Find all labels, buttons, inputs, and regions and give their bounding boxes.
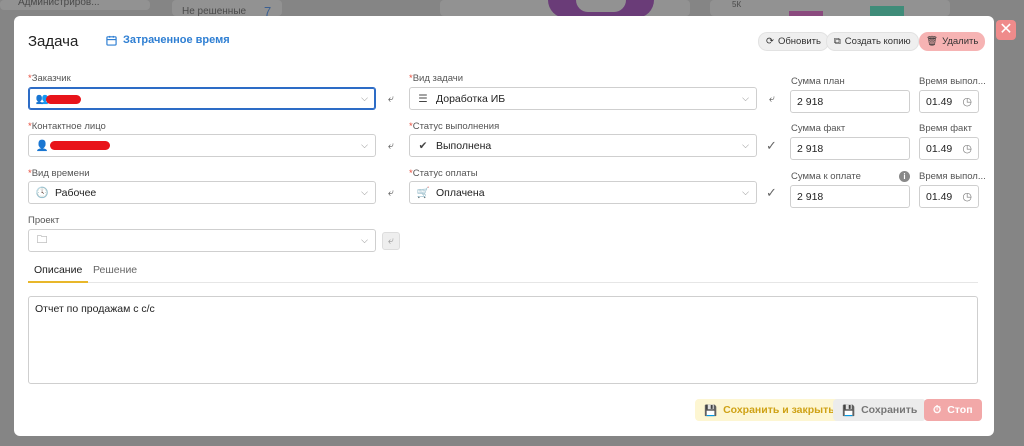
open-link-icon[interactable]: ⤶ xyxy=(382,137,400,155)
task-modal: Задача Затраченное время ⟳ Обновить ⧉ Созд… xyxy=(14,16,994,436)
stop-label: Стоп xyxy=(947,404,973,416)
chevron-down-icon: ⌵ xyxy=(361,187,368,197)
refresh-label: Обновить xyxy=(777,36,821,47)
bg-chart-tick: 5К xyxy=(732,0,742,9)
exec-status-value: Выполнена xyxy=(436,139,492,152)
project-label: Проект xyxy=(28,215,60,226)
description-textarea[interactable]: Отчет по продажам с с/с xyxy=(28,296,978,384)
floppy-icon: 💾 xyxy=(704,404,718,417)
cart-icon: 🛒 xyxy=(416,187,430,199)
stopwatch-icon: ⏱ xyxy=(933,403,942,416)
time-fact-input[interactable]: 01.49 ◷ xyxy=(919,137,979,160)
time-pay-label: Время выпол... xyxy=(919,171,986,182)
floppy-icon: 💾 xyxy=(842,404,856,417)
chevron-down-icon: ⌵ xyxy=(361,93,368,103)
tab-solution[interactable]: Решение xyxy=(93,264,137,283)
sum-plan-label: Сумма план xyxy=(791,76,845,87)
redacted-mark xyxy=(50,141,110,150)
modal-title: Задача xyxy=(28,33,79,50)
create-copy-label: Создать копию xyxy=(844,36,911,47)
contact-label: *Контактное лицо xyxy=(28,121,106,132)
time-type-value: Рабочее xyxy=(55,186,97,199)
time-plan-value: 01.49 xyxy=(926,95,953,108)
tab-description[interactable]: Описание xyxy=(28,264,89,283)
open-link-icon[interactable]: ⤶ xyxy=(382,90,400,108)
refresh-icon: ⟳ xyxy=(766,36,774,47)
delete-label: Удалить xyxy=(942,36,979,47)
bg-donut-hole xyxy=(576,0,626,12)
checkmark-icon[interactable]: ✓ xyxy=(766,185,777,201)
time-link-label: Затраченное время xyxy=(123,34,230,46)
sum-pay-label: Сумма к оплате xyxy=(791,171,861,182)
chevron-down-icon: ⌵ xyxy=(742,93,749,103)
close-button[interactable]: ✕ xyxy=(996,20,1016,40)
exec-status-select[interactable]: ✔ Выполнена ⌵ xyxy=(409,134,757,157)
copy-icon: ⧉ xyxy=(834,36,841,47)
clock-icon: 🕓 xyxy=(35,187,49,199)
close-icon: ✕ xyxy=(999,21,1013,38)
tab-bar: Описание Решение xyxy=(28,264,978,283)
sum-fact-input[interactable]: 2 918 xyxy=(790,137,910,160)
open-link-icon: ⤶ xyxy=(382,232,400,250)
time-fact-label: Время факт xyxy=(919,123,972,134)
bg-bar xyxy=(870,6,904,16)
exec-status-label: *Статус выполнения xyxy=(409,121,500,132)
chevron-down-icon: ⌵ xyxy=(361,140,368,150)
time-plan-label: Время выпол... xyxy=(919,76,986,87)
clock-icon: ◷ xyxy=(962,96,972,108)
stop-button[interactable]: ⏱ Стоп xyxy=(924,399,982,421)
clock-icon: ◷ xyxy=(962,143,972,155)
refresh-button[interactable]: ⟳ Обновить xyxy=(758,32,829,51)
time-pay-input[interactable]: 01.49 ◷ xyxy=(919,185,979,208)
task-type-label: *Вид задачи xyxy=(409,73,464,84)
time-plan-input[interactable]: 01.49 ◷ xyxy=(919,90,979,113)
list-icon: ☰ xyxy=(418,92,428,105)
time-spent-link[interactable]: Затраченное время xyxy=(106,34,230,46)
customer-label: *Заказчик xyxy=(28,73,71,84)
time-pay-value: 01.49 xyxy=(926,190,953,203)
sum-fact-label: Сумма факт xyxy=(791,123,846,134)
sum-fact-value: 2 918 xyxy=(797,142,824,155)
sum-plan-input[interactable]: 2 918 xyxy=(790,90,910,113)
redacted-mark xyxy=(46,95,81,104)
clock-icon: ◷ xyxy=(962,191,972,203)
folder-icon: 🗀 xyxy=(36,233,48,246)
info-icon[interactable]: i xyxy=(899,171,910,182)
save-and-close-label: Сохранить и закрыть xyxy=(723,404,835,416)
calendar-icon xyxy=(106,35,117,46)
chevron-down-icon: ⌵ xyxy=(742,140,749,150)
checkmark-icon[interactable]: ✓ xyxy=(766,138,777,154)
project-select[interactable]: 🗀 ⌵ xyxy=(28,229,376,252)
time-type-label: *Вид времени xyxy=(28,168,90,179)
task-type-select[interactable]: ☰ Доработка ИБ ⌵ xyxy=(409,87,757,110)
save-and-close-button[interactable]: 💾 Сохранить и закрыть xyxy=(695,399,844,421)
bg-sidebar-item: Администриров... xyxy=(18,0,100,8)
chevron-down-icon: ⌵ xyxy=(361,235,368,245)
time-type-select[interactable]: 🕓 Рабочее ⌵ xyxy=(28,181,376,204)
person-icon: 👤 xyxy=(35,140,49,152)
bg-bar-card xyxy=(710,0,950,16)
open-link-icon[interactable]: ⤶ xyxy=(382,184,400,202)
chevron-down-icon: ⌵ xyxy=(742,187,749,197)
check-circle-icon: ✔ xyxy=(418,139,428,152)
open-link-icon[interactable]: ⤶ xyxy=(763,90,781,108)
sum-pay-value: 2 918 xyxy=(797,190,824,203)
pay-status-label: *Статус оплаты xyxy=(409,168,478,179)
delete-icon: 🗑 xyxy=(926,36,939,47)
pay-status-value: Оплачена xyxy=(436,186,485,199)
sum-pay-input[interactable]: 2 918 xyxy=(790,185,910,208)
create-copy-button[interactable]: ⧉ Создать копию xyxy=(826,32,919,51)
pay-status-select[interactable]: 🛒 Оплачена ⌵ xyxy=(409,181,757,204)
sum-plan-value: 2 918 xyxy=(797,95,824,108)
save-button[interactable]: 💾 Сохранить xyxy=(833,399,927,421)
time-fact-value: 01.49 xyxy=(926,142,953,155)
delete-button[interactable]: 🗑 Удалить xyxy=(919,32,986,51)
task-type-value: Доработка ИБ xyxy=(436,92,506,105)
save-label: Сохранить xyxy=(861,404,918,416)
